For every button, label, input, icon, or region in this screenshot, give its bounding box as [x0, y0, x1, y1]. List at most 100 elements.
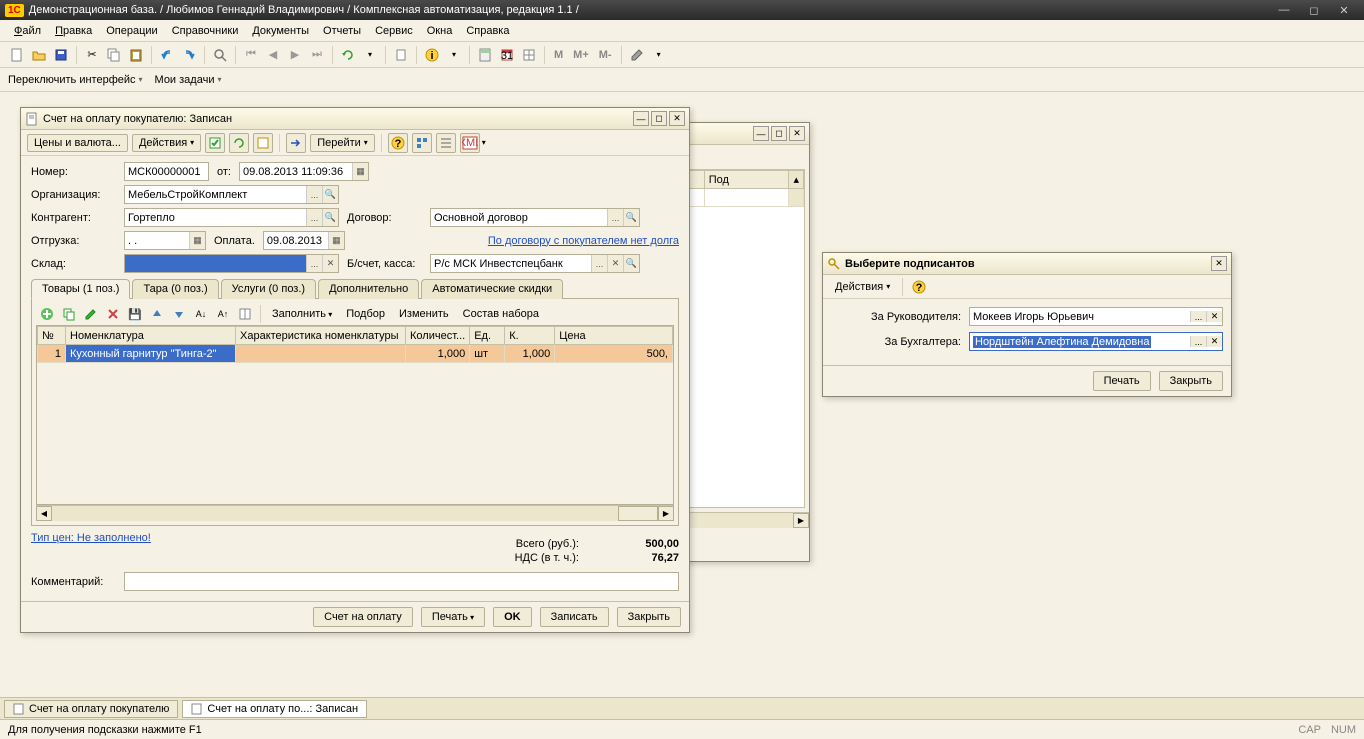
org-input[interactable]: МебельСтройКомплект...🔍 [124, 185, 339, 204]
save-icon[interactable] [52, 46, 70, 64]
menu-help[interactable]: Справка [460, 23, 515, 39]
scroll-left-button[interactable]: ◀ [36, 506, 52, 521]
delete-row-icon[interactable] [104, 305, 122, 323]
help-icon[interactable]: ? [388, 133, 408, 153]
menu-refs[interactable]: Справочники [166, 23, 245, 39]
open-icon[interactable] [30, 46, 48, 64]
dropdown-icon[interactable]: ▾ [445, 46, 463, 64]
invoice-close-button[interactable]: ✕ [669, 111, 685, 126]
invoice-maximize-button[interactable]: ◻ [651, 111, 667, 126]
tab-goods[interactable]: Товары (1 поз.) [31, 279, 130, 299]
clipboard-icon[interactable] [392, 46, 410, 64]
process-icon[interactable] [253, 133, 273, 153]
dropdown-icon[interactable]: ▾ [361, 46, 379, 64]
menu-docs[interactable]: Документы [246, 23, 315, 39]
comment-input[interactable] [124, 572, 679, 591]
nav-next-icon[interactable]: ▶ [286, 46, 304, 64]
select-button[interactable]: Подбор [341, 306, 390, 322]
tab-extra[interactable]: Дополнительно [318, 279, 419, 299]
invoice-print-button[interactable]: Счет на оплату [313, 607, 413, 627]
save-button[interactable]: Записать [540, 607, 609, 627]
col-nomen[interactable]: Номенклатура [66, 327, 236, 345]
invoice-minimize-button[interactable]: — [633, 111, 649, 126]
print-dropdown[interactable]: Печать [421, 607, 485, 627]
price-type-link[interactable]: Тип цен: Не заполнено! [31, 532, 151, 566]
head-input[interactable]: Мокеев Игорь Юрьевич...✕ [969, 307, 1223, 326]
prices-button[interactable]: Цены и валюта... [27, 134, 128, 152]
grid-row[interactable]: 1 Кухонный гарнитур "Тинга-2" 1,000 шт 1… [38, 345, 673, 363]
refresh-icon[interactable] [339, 46, 357, 64]
col-n[interactable]: № [38, 327, 66, 345]
edit-row-icon[interactable] [82, 305, 100, 323]
goto-icon[interactable] [286, 133, 306, 153]
new-icon[interactable] [8, 46, 26, 64]
menu-operations[interactable]: Операции [100, 23, 163, 39]
grid-settings-icon[interactable] [236, 305, 254, 323]
tab-discounts[interactable]: Автоматические скидки [421, 279, 563, 299]
switch-interface-dropdown[interactable]: Переключить интерфейс [8, 74, 143, 86]
nav-prev-icon[interactable]: ◀ [264, 46, 282, 64]
close-button[interactable]: Закрыть [617, 607, 681, 627]
menu-reports[interactable]: Отчеты [317, 23, 367, 39]
contract-input[interactable]: Основной договор...🔍 [430, 208, 640, 227]
info-icon[interactable]: i [423, 46, 441, 64]
date-input[interactable]: 09.08.2013 11:09:36▦ [239, 162, 369, 181]
sort-desc-icon[interactable]: A↑ [214, 305, 232, 323]
ok-button[interactable]: OK [493, 607, 532, 627]
change-button[interactable]: Изменить [394, 306, 454, 322]
tab-services[interactable]: Услуги (0 поз.) [221, 279, 316, 299]
bank-input[interactable]: Р/с МСК Инвестспецбанк...✕🔍 [430, 254, 640, 273]
col-char[interactable]: Характеристика номенклатуры [236, 327, 406, 345]
memory-m[interactable]: M [551, 49, 566, 61]
taskbar-tab-1[interactable]: Счет на оплату покупателю [4, 700, 178, 718]
scroll-right-button[interactable]: ▶ [793, 513, 809, 528]
signers-close-btn[interactable]: Закрыть [1159, 371, 1223, 391]
copy-icon[interactable] [105, 46, 123, 64]
post-icon[interactable] [205, 133, 225, 153]
contr-input[interactable]: Гортепло...🔍 [124, 208, 339, 227]
calendar-icon[interactable]: 31 [498, 46, 516, 64]
memory-mminus[interactable]: M- [596, 49, 615, 61]
select-btn[interactable]: ... [306, 186, 322, 203]
menu-service[interactable]: Сервис [369, 23, 419, 39]
paste-icon[interactable] [127, 46, 145, 64]
close-button[interactable]: ✕ [1329, 1, 1359, 19]
bg-minimize-button[interactable]: — [753, 126, 769, 141]
move-down-icon[interactable] [170, 305, 188, 323]
col-price[interactable]: Цена [555, 327, 673, 345]
nav-first-icon[interactable]: ⏮ [242, 46, 260, 64]
signers-print-button[interactable]: Печать [1093, 371, 1151, 391]
taskbar-tab-2[interactable]: Счет на оплату по...: Записан [182, 700, 367, 718]
calendar-btn[interactable]: ▦ [352, 163, 368, 180]
memory-mplus[interactable]: M+ [570, 49, 592, 61]
tab-tare[interactable]: Тара (0 поз.) [132, 279, 218, 299]
pay-input[interactable]: 09.08.2013▦ [263, 231, 345, 250]
menu-edit[interactable]: Правка [49, 23, 98, 39]
goto-dropdown[interactable]: Перейти [310, 134, 375, 152]
menu-file[interactable]: Файл [8, 23, 47, 39]
bg-close-button[interactable]: ✕ [789, 126, 805, 141]
save-grid-icon[interactable]: 💾 [126, 305, 144, 323]
calc-icon[interactable] [476, 46, 494, 64]
col-k[interactable]: К. [505, 327, 555, 345]
ship-input[interactable]: . . ▦ [124, 231, 206, 250]
refresh-icon[interactable] [229, 133, 249, 153]
fill-dropdown[interactable]: Заполнить [267, 306, 337, 322]
maximize-button[interactable]: ◻ [1299, 1, 1329, 19]
debt-link[interactable]: По договору с покупателем нет долга [488, 235, 679, 247]
redo-icon[interactable] [180, 46, 198, 64]
help-icon[interactable]: ? [909, 277, 929, 297]
minimize-button[interactable]: — [1269, 1, 1299, 19]
list-icon[interactable] [436, 133, 456, 153]
xml-icon[interactable]: XML [460, 133, 480, 153]
signers-actions-dropdown[interactable]: Действия [829, 279, 896, 295]
search-icon[interactable] [211, 46, 229, 64]
sort-asc-icon[interactable]: A↓ [192, 305, 210, 323]
signers-close-button[interactable]: ✕ [1211, 256, 1227, 271]
menu-windows[interactable]: Окна [421, 23, 459, 39]
wrench-icon[interactable] [628, 46, 646, 64]
col-unit[interactable]: Ед. [470, 327, 505, 345]
add-row-icon[interactable] [38, 305, 56, 323]
composition-button[interactable]: Состав набора [458, 306, 544, 322]
move-up-icon[interactable] [148, 305, 166, 323]
